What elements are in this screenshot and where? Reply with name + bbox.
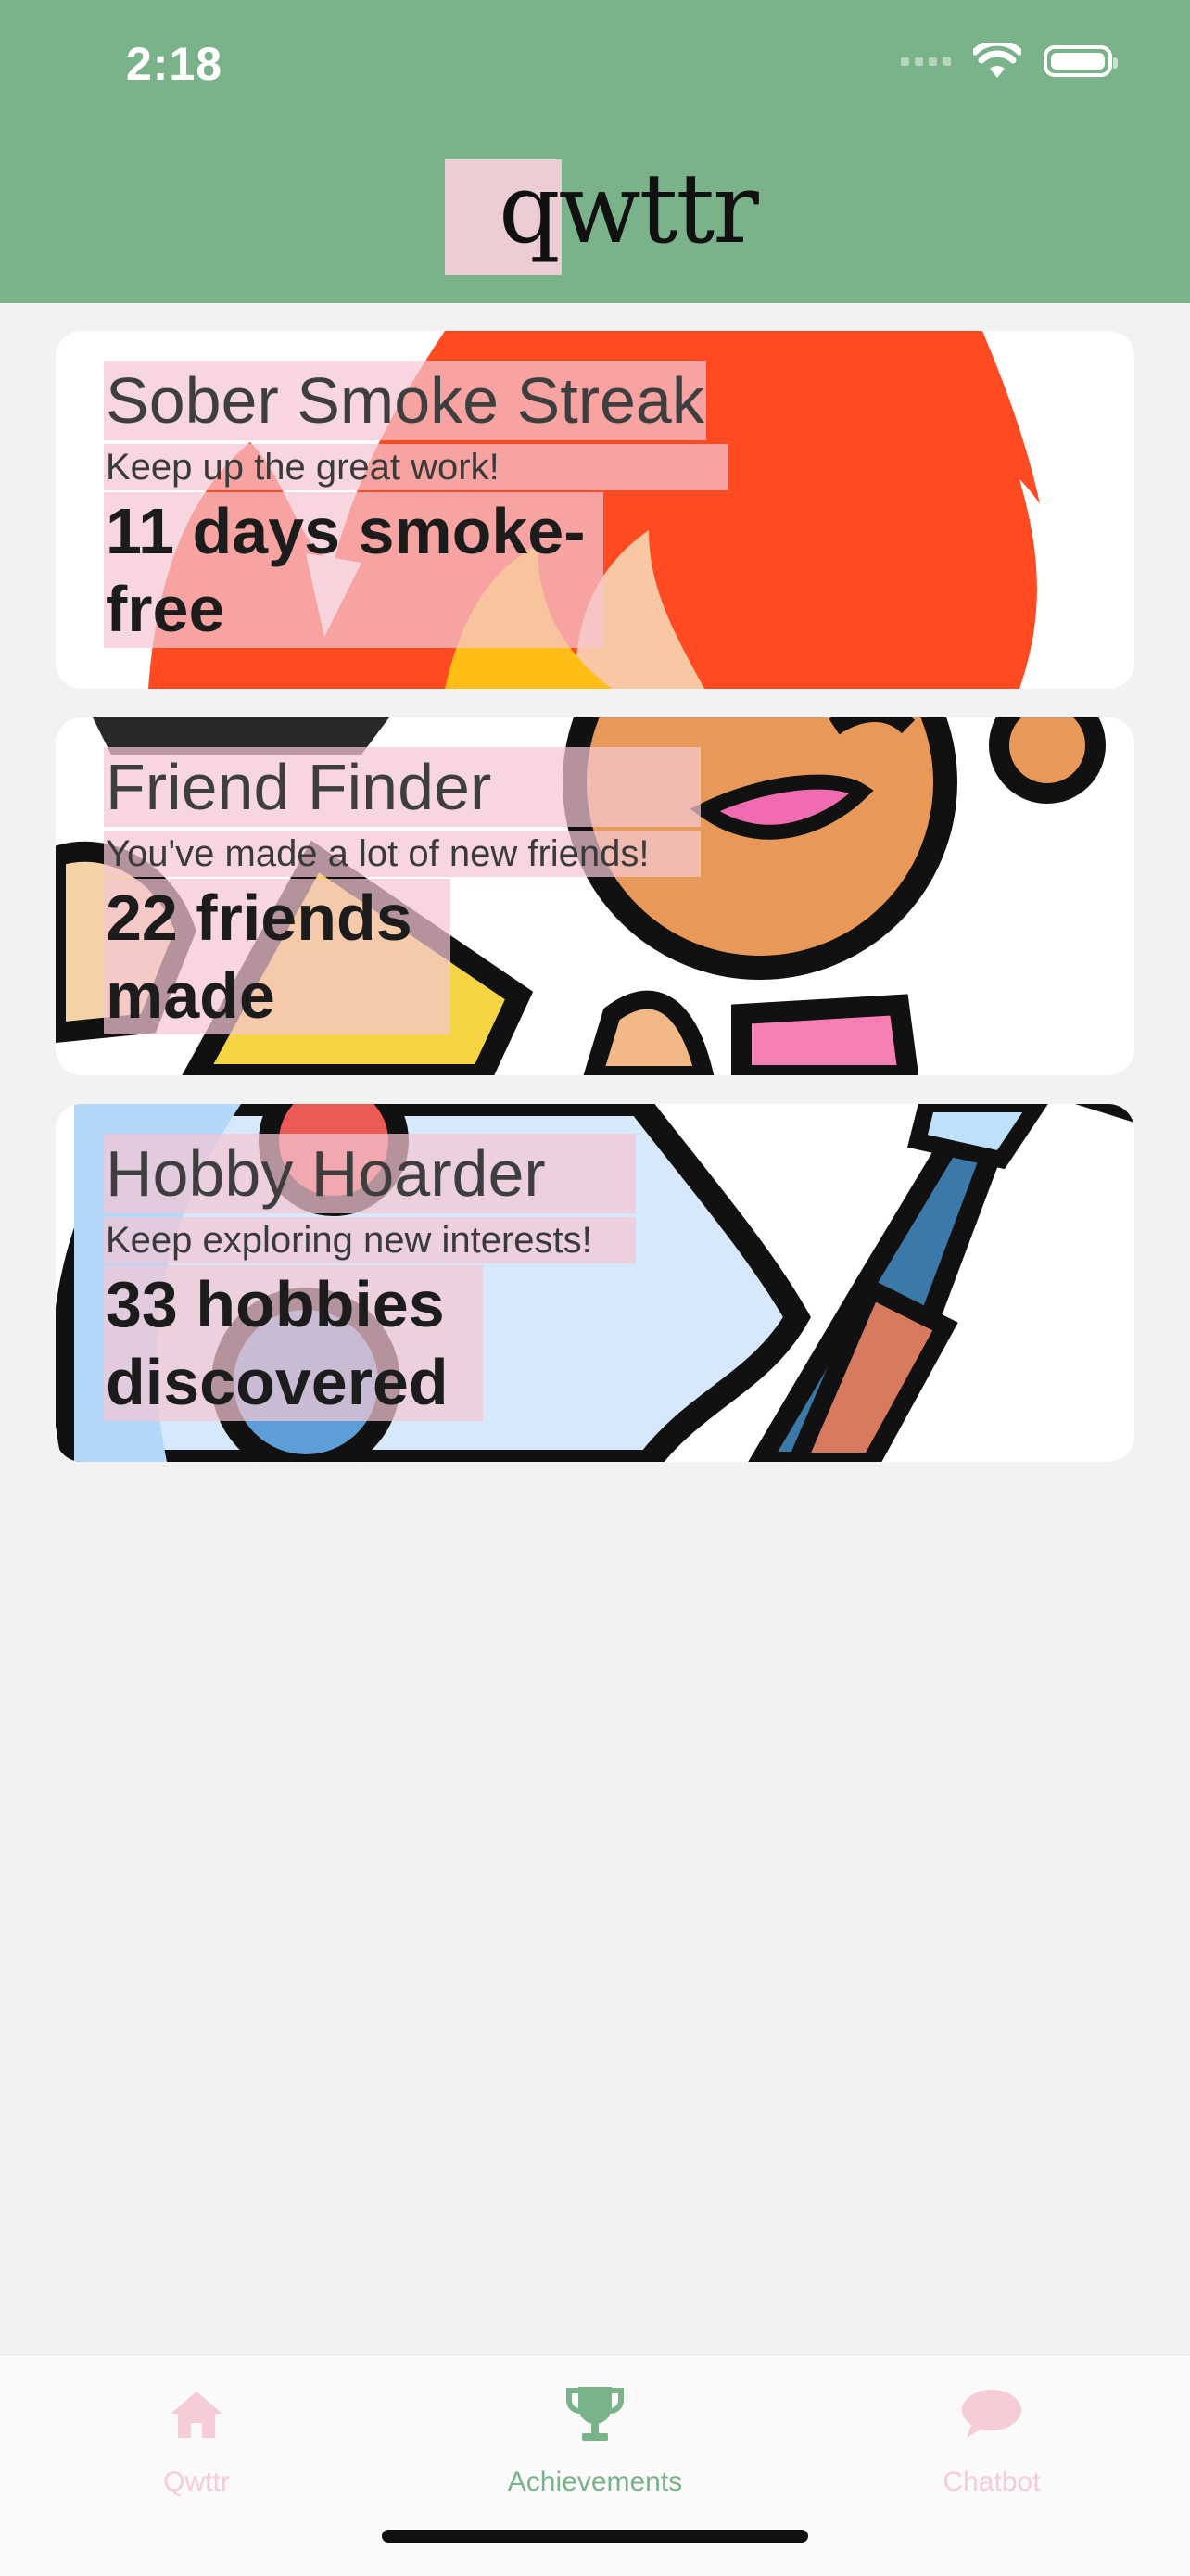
tab-qwttr[interactable]: Qwttr — [57, 2374, 335, 2498]
trophy-icon — [456, 2374, 734, 2454]
card-title: Sober Smoke Streak — [104, 361, 706, 440]
cellular-signal-icon — [901, 57, 951, 66]
card-subtitle: Keep exploring new interests! — [104, 1217, 636, 1263]
tab-chatbot[interactable]: Chatbot — [853, 2374, 1131, 2498]
tab-label: Qwttr — [163, 2467, 230, 2497]
achievement-card-hobby-hoarder[interactable]: Hobby Hoarder Keep exploring new interes… — [56, 1104, 1134, 1462]
wifi-icon — [973, 43, 1021, 78]
achievement-card-friend-finder[interactable]: Friend Finder You've made a lot of new f… — [56, 717, 1134, 1075]
bottom-tab-bar: Qwttr Achievements Chatbot — [0, 2354, 1190, 2576]
card-subtitle: Keep up the great work! — [104, 444, 728, 490]
card-subtitle: You've made a lot of new friends! — [104, 831, 701, 877]
tab-label: Chatbot — [943, 2467, 1041, 2497]
card-content: Hobby Hoarder Keep exploring new interes… — [104, 1134, 636, 1421]
card-title: Friend Finder — [104, 747, 701, 827]
card-content: Sober Smoke Streak Keep up the great wor… — [104, 361, 728, 648]
status-indicators — [901, 43, 1118, 80]
battery-icon — [1044, 45, 1118, 77]
app-header: 2:18 qwttr — [0, 0, 1190, 303]
chat-bubble-icon — [853, 2374, 1131, 2454]
tab-achievements[interactable]: Achievements — [456, 2374, 734, 2498]
card-stat: 22 friends made — [104, 879, 450, 1034]
achievement-card-smoke-streak[interactable]: Sober Smoke Streak Keep up the great wor… — [56, 331, 1134, 689]
logo-text: qwttr — [499, 151, 759, 265]
status-time: 2:18 — [126, 38, 223, 90]
home-indicator[interactable] — [382, 2530, 808, 2543]
card-title: Hobby Hoarder — [104, 1134, 636, 1213]
tab-label: Achievements — [507, 2467, 683, 2497]
card-stat: 11 days smoke-free — [104, 492, 603, 648]
app-logo: qwttr — [445, 151, 759, 275]
home-icon — [57, 2374, 335, 2454]
card-content: Friend Finder You've made a lot of new f… — [104, 747, 701, 1034]
card-stat: 33 hobbies discovered — [104, 1265, 483, 1421]
